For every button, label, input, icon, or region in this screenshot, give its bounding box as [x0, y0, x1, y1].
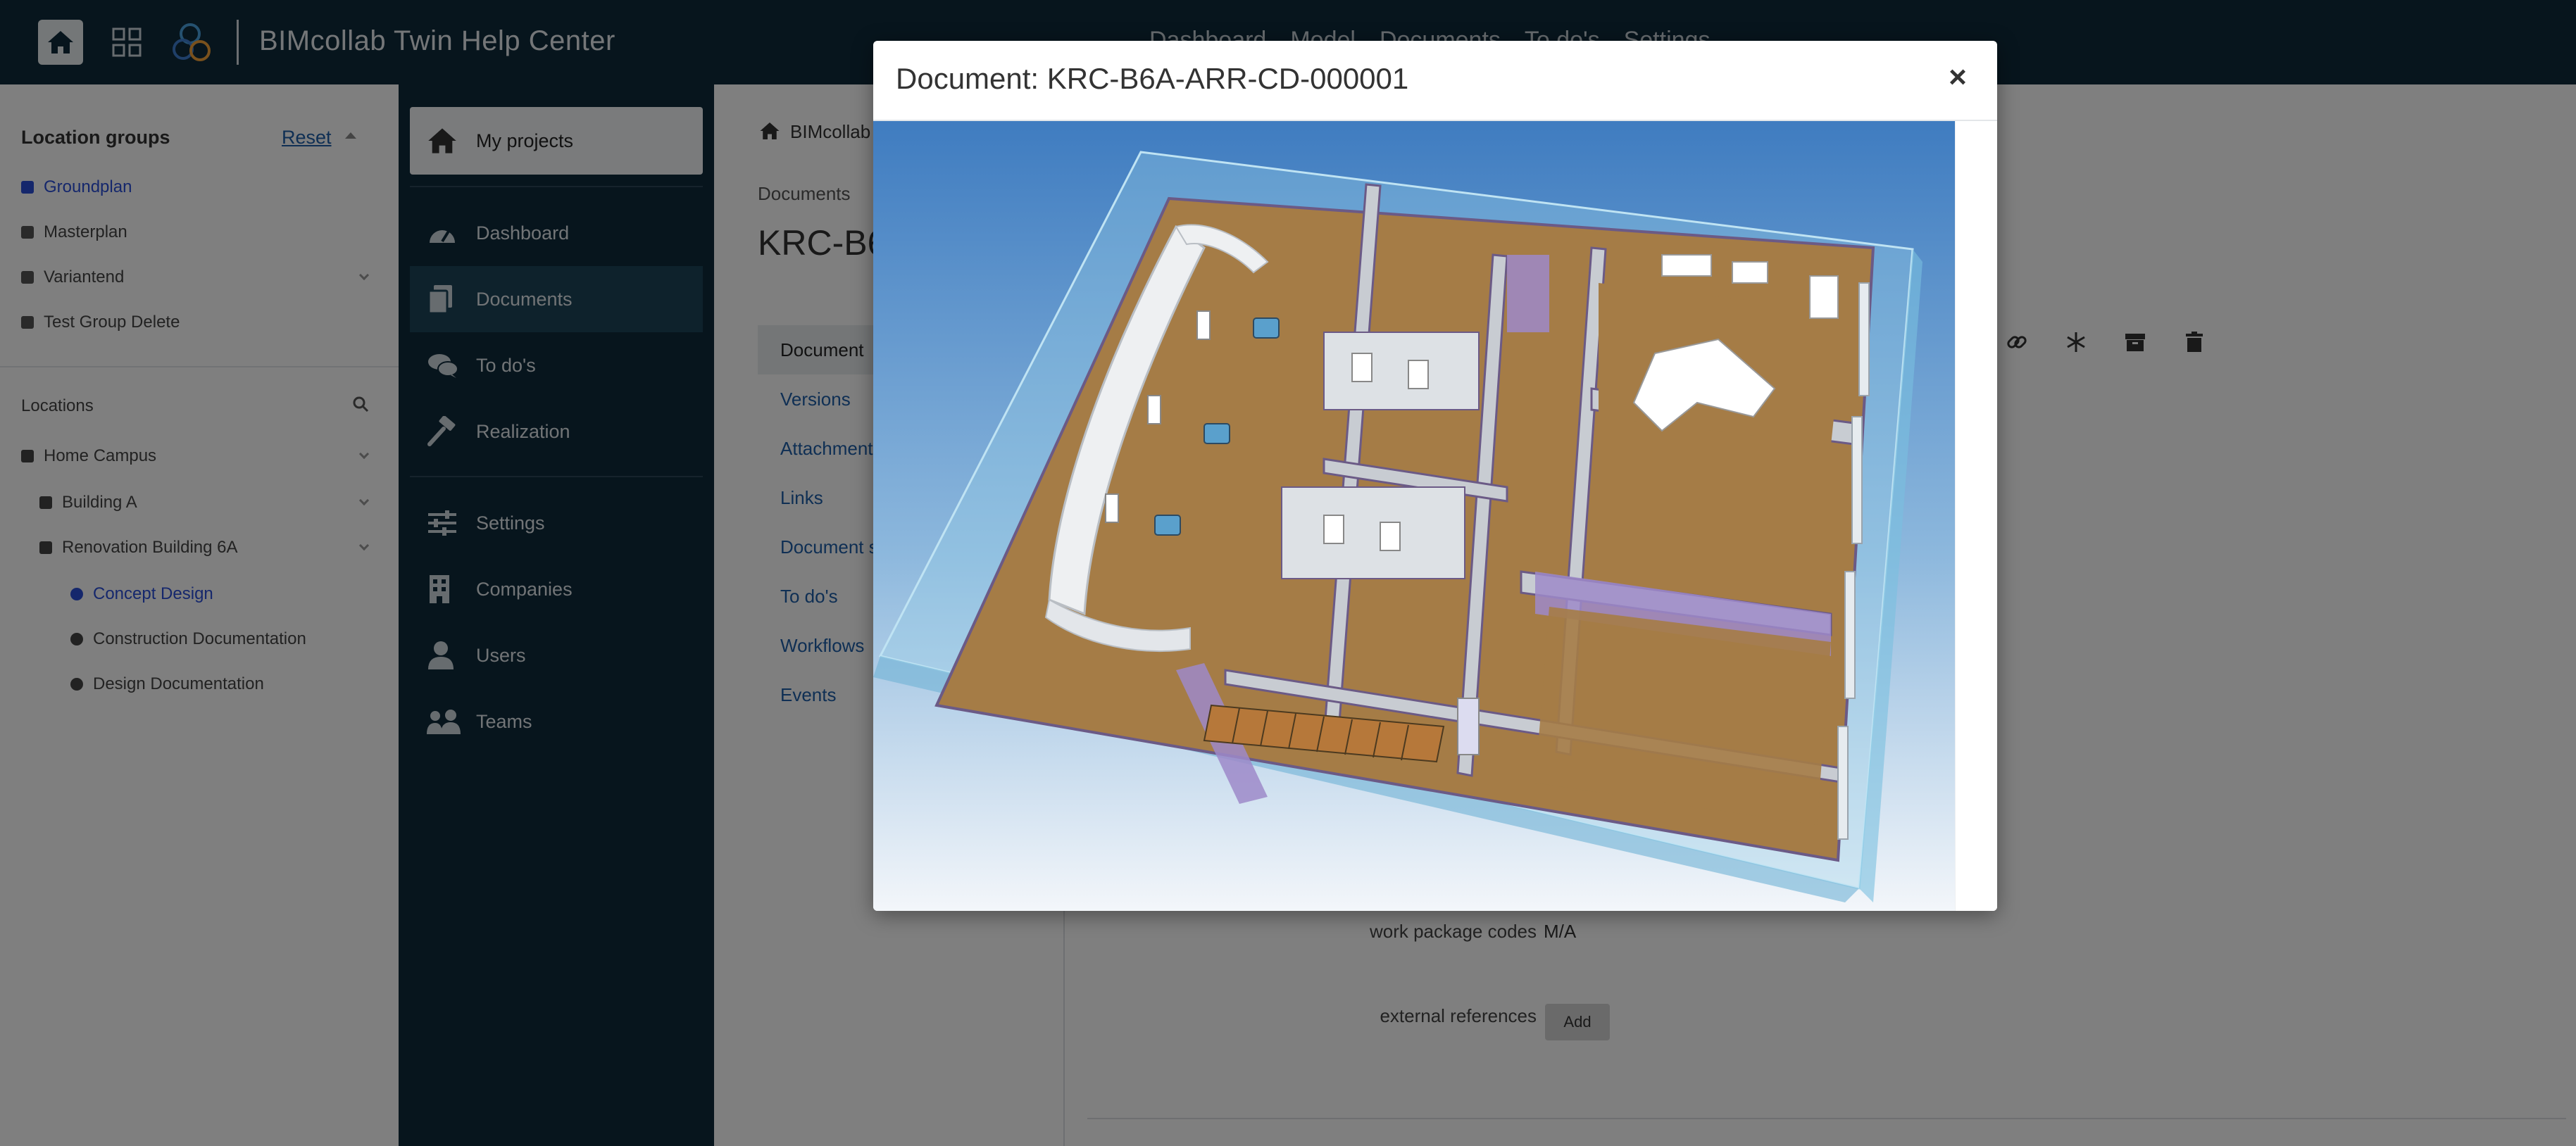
- modal-title: Document: KRC-B6A-ARR-CD-000001: [896, 62, 1409, 95]
- close-icon[interactable]: ×: [1937, 56, 1979, 99]
- modal-header: Document: KRC-B6A-ARR-CD-000001 ×: [873, 41, 1997, 121]
- document-preview-modal: Document: KRC-B6A-ARR-CD-000001 ×: [873, 41, 1997, 911]
- document-preview-image: [873, 121, 1955, 911]
- floor-plan-3d-render: [873, 121, 1955, 911]
- modal-scroll-gutter: [1955, 121, 1997, 911]
